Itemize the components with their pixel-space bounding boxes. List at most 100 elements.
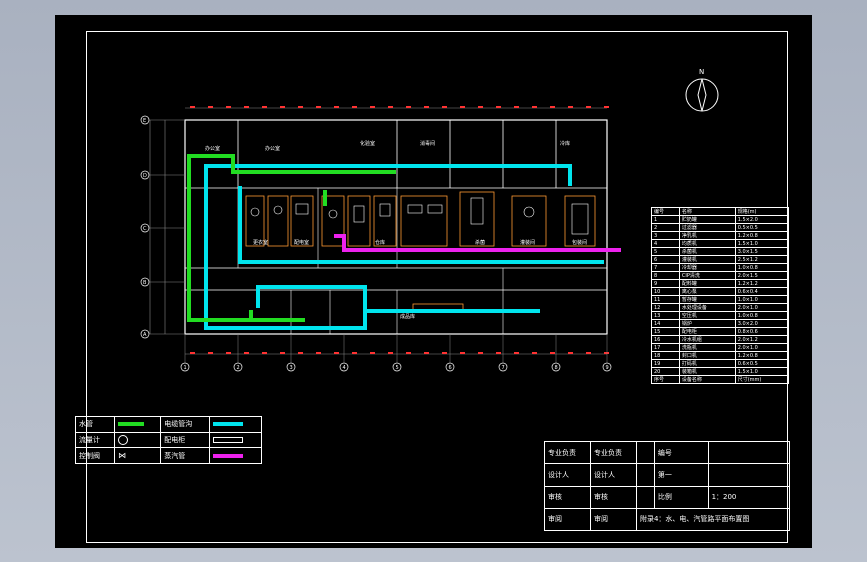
dimension-tick xyxy=(226,352,231,354)
schedule-cell: 18 xyxy=(651,351,680,360)
dimension-tick xyxy=(532,106,537,108)
schedule-cell: 17 xyxy=(651,343,680,352)
schedule-cell: 12 xyxy=(651,303,680,312)
dimension-tick xyxy=(244,352,249,354)
schedule-cell: 洗瓶机 xyxy=(678,343,736,352)
schedule-cell: 打码机 xyxy=(678,359,736,368)
schedule-cell: 19 xyxy=(651,359,680,368)
grid-col-label: 1 xyxy=(184,365,187,371)
equipment-schedule: 编号 名称 规格(m) 1 贮奶罐 1.5×2.0 2 过滤器 0.5×0.5 3 净乳机 1.2×0… xyxy=(651,207,790,384)
schedule-cell: 0.8×0.6 xyxy=(734,327,790,336)
dimension-tick xyxy=(352,106,357,108)
schedule-cell: 净乳机 xyxy=(678,231,736,240)
schedule-row: 9 配料罐 1.2×1.2 xyxy=(651,279,790,288)
dimension-tick xyxy=(352,352,357,354)
dimension-lines xyxy=(149,107,607,355)
schedule-cell: 13 xyxy=(651,311,680,320)
schedule-cell: 10 xyxy=(651,287,680,296)
dimension-tick xyxy=(262,352,267,354)
schedule-cell: 冷却器 xyxy=(678,263,736,272)
grid-row-label: B xyxy=(143,280,147,286)
schedule-cell: 编号 xyxy=(651,207,680,216)
schedule-header-row: 编号 名称 规格(m) xyxy=(651,207,790,216)
grid-col-label: 5 xyxy=(396,365,399,371)
schedule-cell: 冷水机组 xyxy=(678,335,736,344)
dimension-tick xyxy=(604,106,609,108)
dimension-tick xyxy=(388,106,393,108)
dimension-tick xyxy=(424,352,429,354)
major-head-label: 专业负责 xyxy=(544,440,591,465)
schedule-row: 1 贮奶罐 1.5×2.0 xyxy=(651,215,790,224)
schedule-cell: 配电柜 xyxy=(678,327,736,336)
schedule-cell: 均质机 xyxy=(678,239,736,248)
dimension-tick xyxy=(514,106,519,108)
schedule-cell: 1.0×1.0 xyxy=(734,295,790,304)
schedule-cell: 序号 xyxy=(651,375,680,384)
flow-meter-icon xyxy=(118,434,129,445)
room-label: 办公室 xyxy=(265,145,280,152)
legend-water-label: 水管 xyxy=(74,416,116,433)
schedule-cell: 7 xyxy=(651,263,680,272)
legend-steam-label: 蒸汽管 xyxy=(160,447,211,464)
schedule-cell: 空压机 xyxy=(678,311,736,320)
room-label: 杀菌 xyxy=(475,239,485,246)
schedule-cell: 杀菌机 xyxy=(678,247,736,256)
dimension-tick xyxy=(496,352,501,354)
schedule-row: 6 灌装机 2.5×1.2 xyxy=(651,255,790,264)
schedule-row: 13 空压机 1.0×0.8 xyxy=(651,311,790,320)
schedule-cell: 15 xyxy=(651,327,680,336)
checked-value: 审阅 xyxy=(589,507,637,532)
schedule-cell: 2.0×1.5 xyxy=(734,271,790,280)
room-label: 成品库 xyxy=(400,313,415,320)
dimension-tick xyxy=(442,106,447,108)
legend-valve-label: 控制阀 xyxy=(74,447,116,464)
schedule-cell: 1.2×1.2 xyxy=(734,279,790,288)
dimension-tick xyxy=(280,106,285,108)
dimension-tick xyxy=(370,352,375,354)
dimension-tick xyxy=(406,352,411,354)
dimension-tick xyxy=(460,352,465,354)
schedule-cell: 0.5×0.5 xyxy=(734,223,790,232)
grid-row-label: E xyxy=(143,118,146,124)
schedule-row: 4 均质机 1.5×1.0 xyxy=(651,239,790,248)
schedule-row: 8 CIP清洗 2.0×1.5 xyxy=(651,271,790,280)
schedule-cell: 名称 xyxy=(678,207,736,216)
north-arrow-icon: N xyxy=(685,68,719,112)
dimension-tick xyxy=(514,352,519,354)
major-head-value: 专业负责 xyxy=(589,440,637,465)
grid-row-label: A xyxy=(143,332,147,338)
number-label: 编号 xyxy=(653,440,709,465)
dimension-tick xyxy=(478,352,483,354)
schedule-cell: 封口机 xyxy=(678,351,736,360)
schedule-cell: 贮奶罐 xyxy=(678,215,736,224)
cable-trench-route xyxy=(204,164,604,330)
room-label: 办公室 xyxy=(205,145,220,152)
schedule-cell: 2 xyxy=(651,223,680,232)
schedule-cell: 水处理设备 xyxy=(678,303,736,312)
schedule-row: 20 装箱机 1.5×1.0 xyxy=(651,367,790,376)
schedule-cell: CIP清洗 xyxy=(678,271,736,280)
dimension-tick xyxy=(586,352,591,354)
grid-col-label: 4 xyxy=(343,365,346,371)
room-label: 消毒间 xyxy=(420,140,435,147)
scale-label: 比例 xyxy=(653,485,709,509)
equipment-symbols xyxy=(250,197,589,235)
grid-col-label: 9 xyxy=(606,365,609,371)
schedule-row: 3 净乳机 1.2×0.8 xyxy=(651,231,790,240)
schedule-cell: 16 xyxy=(651,335,680,344)
dimension-tick xyxy=(316,106,321,108)
room-label: 更衣室 xyxy=(253,239,268,246)
schedule-row: 5 杀菌机 3.0×1.5 xyxy=(651,247,790,256)
north-label: N xyxy=(699,68,704,76)
dimension-tick xyxy=(208,106,213,108)
schedule-row: 7 冷却器 1.0×0.8 xyxy=(651,263,790,272)
grid-col-label: 7 xyxy=(502,365,505,371)
schedule-cell: 过滤器 xyxy=(678,223,736,232)
schedule-row: 18 封口机 1.2×0.8 xyxy=(651,351,790,360)
dimension-tick xyxy=(190,106,195,108)
schedule-row: 12 水处理设备 2.0×1.0 xyxy=(651,303,790,312)
schedule-cell: 1.0×0.8 xyxy=(734,311,790,320)
dimension-tick xyxy=(460,106,465,108)
schedule-row: 16 冷水机组 2.0×1.2 xyxy=(651,335,790,344)
schedule-cell: 离心泵 xyxy=(678,287,736,296)
